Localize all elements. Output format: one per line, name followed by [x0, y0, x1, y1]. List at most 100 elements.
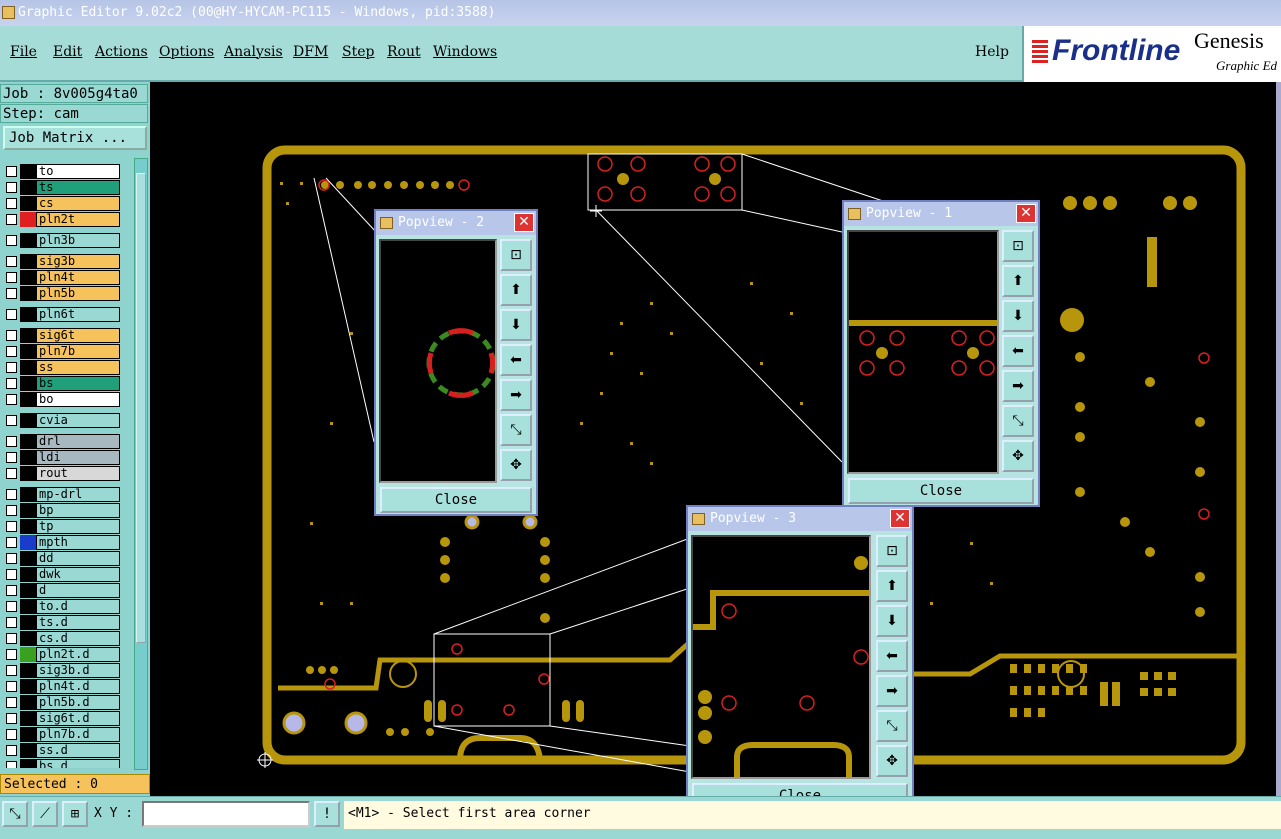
layer-color-swatch[interactable]	[20, 583, 36, 598]
popview-3-view[interactable]	[691, 535, 871, 779]
layer-color-swatch[interactable]	[20, 711, 36, 726]
layer-row-to[interactable]: to	[2, 164, 134, 179]
layer-color-swatch[interactable]	[20, 679, 36, 694]
layer-row-pln2t-d[interactable]: pln2t.d	[2, 647, 134, 662]
layer-row-pln6t[interactable]: pln6t	[2, 307, 134, 322]
layer-row-pln4t[interactable]: pln4t	[2, 270, 134, 285]
layer-row-mpth[interactable]: mpth	[2, 535, 134, 550]
layer-list-scrollbar[interactable]	[134, 158, 148, 770]
popview-2-view[interactable]	[379, 239, 497, 483]
layer-name[interactable]: pln7b	[36, 344, 120, 359]
popview-1[interactable]: Popview - 1 ✕ ⊡ ⬆ ⬇ ⬅ ➡ ⤡ ✥ Close	[842, 200, 1040, 507]
warning-icon[interactable]: !	[314, 801, 340, 827]
layer-color-swatch[interactable]	[20, 434, 36, 449]
layer-name[interactable]: to	[36, 164, 120, 179]
layer-checkbox[interactable]	[6, 378, 17, 389]
pan-down-icon[interactable]: ⬇	[1002, 300, 1034, 332]
menu-analysis[interactable]: Analysis	[224, 44, 283, 60]
layer-checkbox[interactable]	[6, 537, 17, 548]
pan-left-icon[interactable]: ⬅	[1002, 335, 1034, 367]
layer-checkbox[interactable]	[6, 713, 17, 724]
job-matrix-button[interactable]: Job Matrix ...	[3, 126, 147, 150]
zoom-fit-icon[interactable]: ⊡	[876, 535, 908, 567]
layer-color-swatch[interactable]	[20, 233, 36, 248]
layer-checkbox[interactable]	[6, 729, 17, 740]
layer-row-sig3b[interactable]: sig3b	[2, 254, 134, 269]
layer-row-d[interactable]: d	[2, 583, 134, 598]
layer-row-pln5b[interactable]: pln5b	[2, 286, 134, 301]
layer-name[interactable]: cs.d	[36, 631, 120, 646]
layer-name[interactable]: ss.d	[36, 743, 120, 758]
popview-1-titlebar[interactable]: Popview - 1	[844, 202, 1038, 226]
popview-3[interactable]: Popview - 3 ✕ ⊡ ⬆ ⬇ ⬅ ➡ ⤡ ✥ Close	[686, 505, 914, 812]
layer-row-cs[interactable]: cs	[2, 196, 134, 211]
layer-row-cvia[interactable]: cvia	[2, 413, 134, 428]
pan-right-icon[interactable]: ➡	[876, 675, 908, 707]
layer-checkbox[interactable]	[6, 182, 17, 193]
layer-name[interactable]: tp	[36, 519, 120, 534]
zoom-area-tool-icon[interactable]: ⤡	[2, 801, 28, 827]
zoom-fit-icon[interactable]: ⊡	[500, 239, 532, 271]
layer-color-swatch[interactable]	[20, 328, 36, 343]
layer-color-swatch[interactable]	[20, 450, 36, 465]
menu-help[interactable]: Help	[975, 44, 1009, 60]
layer-checkbox[interactable]	[6, 166, 17, 177]
layer-checkbox[interactable]	[6, 198, 17, 209]
layer-name[interactable]: pln6t	[36, 307, 120, 322]
layer-row-ss-d[interactable]: ss.d	[2, 743, 134, 758]
layer-row-tp[interactable]: tp	[2, 519, 134, 534]
layer-color-swatch[interactable]	[20, 212, 36, 227]
layer-color-swatch[interactable]	[20, 307, 36, 322]
layer-row-mp-drl[interactable]: mp-drl	[2, 487, 134, 502]
layer-name[interactable]: pln5b.d	[36, 695, 120, 710]
layer-name[interactable]: sig3b.d	[36, 663, 120, 678]
layer-name[interactable]: pln2t	[36, 212, 120, 227]
layer-row-pln3b[interactable]: pln3b	[2, 233, 134, 248]
layer-name[interactable]: cvia	[36, 413, 120, 428]
layer-name[interactable]: d	[36, 583, 120, 598]
layer-name[interactable]: to.d	[36, 599, 120, 614]
layer-row-to-d[interactable]: to.d	[2, 599, 134, 614]
zoom-in-icon[interactable]: ⤡	[1002, 405, 1034, 437]
layer-color-swatch[interactable]	[20, 727, 36, 742]
zoom-out-icon[interactable]: ✥	[876, 745, 908, 777]
layer-color-swatch[interactable]	[20, 551, 36, 566]
layer-name[interactable]: cs	[36, 196, 120, 211]
menu-file[interactable]: File	[10, 44, 37, 60]
layer-checkbox[interactable]	[6, 697, 17, 708]
layer-row-dd[interactable]: dd	[2, 551, 134, 566]
layer-color-swatch[interactable]	[20, 270, 36, 285]
layer-row-ts-d[interactable]: ts.d	[2, 615, 134, 630]
menu-rout[interactable]: Rout	[387, 44, 421, 60]
layer-name[interactable]: ts.d	[36, 615, 120, 630]
layer-name[interactable]: pln7b.d	[36, 727, 120, 742]
popview-1-close-icon[interactable]: ✕	[1016, 204, 1036, 223]
layer-name[interactable]: dwk	[36, 567, 120, 582]
layer-color-swatch[interactable]	[20, 344, 36, 359]
layer-color-swatch[interactable]	[20, 695, 36, 710]
layer-color-swatch[interactable]	[20, 466, 36, 481]
menu-windows[interactable]: Windows	[433, 44, 497, 60]
menu-dfm[interactable]: DFM	[293, 44, 328, 60]
layer-checkbox[interactable]	[6, 288, 17, 299]
layer-color-swatch[interactable]	[20, 503, 36, 518]
popview-2-titlebar[interactable]: Popview - 2	[376, 211, 536, 235]
layer-checkbox[interactable]	[6, 521, 17, 532]
layer-checkbox[interactable]	[6, 585, 17, 596]
layer-checkbox[interactable]	[6, 272, 17, 283]
layer-row-ss[interactable]: ss	[2, 360, 134, 375]
layer-name[interactable]: bs.d	[36, 759, 120, 768]
layer-checkbox[interactable]	[6, 553, 17, 564]
layer-checkbox[interactable]	[6, 505, 17, 516]
measure-tool-icon[interactable]: ⟋	[32, 801, 58, 827]
layer-color-swatch[interactable]	[20, 615, 36, 630]
layer-color-swatch[interactable]	[20, 487, 36, 502]
layer-name[interactable]: ldi	[36, 450, 120, 465]
layer-checkbox[interactable]	[6, 415, 17, 426]
layer-color-swatch[interactable]	[20, 519, 36, 534]
layer-row-dwk[interactable]: dwk	[2, 567, 134, 582]
popview-1-close-button[interactable]: Close	[848, 478, 1034, 504]
layer-name[interactable]: rout	[36, 466, 120, 481]
popview-3-close-icon[interactable]: ✕	[890, 509, 910, 528]
layer-row-drl[interactable]: drl	[2, 434, 134, 449]
